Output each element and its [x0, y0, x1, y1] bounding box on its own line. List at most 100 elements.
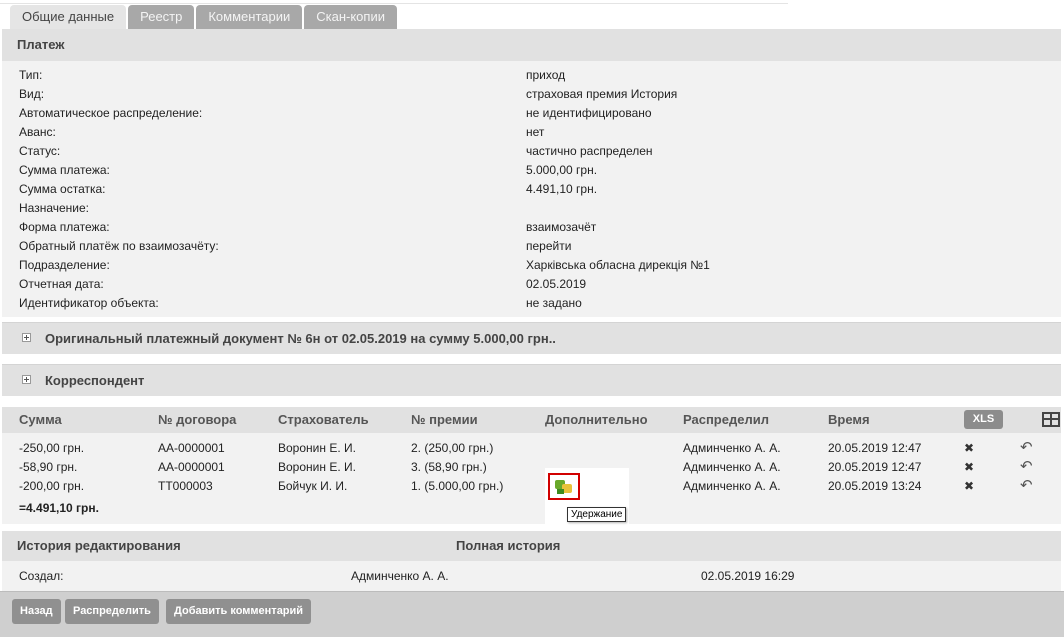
field-label: Назначение:: [19, 201, 90, 215]
full-history-link[interactable]: Полная история: [456, 531, 560, 561]
field-value: не идентифицировано: [526, 106, 652, 120]
cell-contract: АА-0000001: [158, 460, 225, 474]
field-value: Харківська обласна дирекція №1: [526, 258, 710, 272]
field-value: не задано: [526, 296, 582, 310]
back-button[interactable]: Назад: [12, 599, 61, 624]
cell-time: 20.05.2019 13:24: [828, 479, 922, 493]
field-label: Обратный платёж по взаимозачёту:: [19, 239, 219, 253]
field-label: Тип:: [19, 68, 43, 82]
delete-icon[interactable]: ✖: [964, 479, 976, 493]
add-comment-button[interactable]: Добавить комментарий: [166, 599, 312, 624]
field-label: Подразделение:: [19, 258, 110, 272]
field-label: Сумма остатка:: [19, 182, 106, 196]
field-value: нет: [526, 125, 545, 139]
field-row: Отчетная дата: 02.05.2019: [19, 275, 1049, 294]
cell-distributed-by: Админченко А. А.: [683, 479, 781, 493]
field-label: Статус:: [19, 144, 61, 158]
col-distributed-by: Распределил: [683, 412, 769, 427]
cell-time: 20.05.2019 12:47: [828, 460, 922, 474]
cell-insurer: Бойчук И. И.: [278, 479, 348, 493]
delete-icon[interactable]: ✖: [964, 441, 976, 455]
cell-contract: ТТ000003: [158, 479, 213, 493]
distribution-table: Сумма № договора Страхователь № премии Д…: [2, 407, 1061, 526]
columns-grid-icon[interactable]: [1042, 412, 1060, 427]
field-label: Вид:: [19, 87, 45, 101]
field-label: Аванс:: [19, 125, 56, 139]
cell-insurer: Воронин Е. И.: [278, 441, 356, 455]
cell-sum: -200,00 грн.: [19, 479, 85, 493]
field-row: Тип: приход: [19, 66, 1049, 85]
field-value: взаимозачёт: [526, 220, 597, 234]
cell-distributed-by: Админченко А. А.: [683, 441, 781, 455]
field-row: Автоматическое распределение: не идентифи…: [19, 104, 1049, 123]
xls-export-button[interactable]: XLS: [964, 410, 1003, 429]
cell-premium: 3. (58,90 грн.): [411, 460, 487, 474]
created-by: Админченко А. А.: [351, 569, 449, 583]
tab-registry[interactable]: Реестр: [128, 5, 195, 29]
field-row: Идентификатор объекта: не задано: [19, 294, 1049, 313]
field-row: Форма платежа: взаимозачёт: [19, 218, 1049, 237]
top-divider: [0, 0, 788, 4]
cell-distributed-by: Админченко А. А.: [683, 460, 781, 474]
tab-general[interactable]: Общие данные: [10, 5, 127, 29]
reverse-payment-link[interactable]: перейти: [526, 237, 571, 256]
tab-bar: Общие данные Реестр Комментарии Скан-коп…: [10, 5, 399, 29]
cell-premium: 2. (250,00 грн.): [411, 441, 494, 455]
field-row: Назначение:: [19, 199, 1049, 218]
hold-icon[interactable]: [548, 473, 580, 500]
field-row: Вид: страховая премия История: [19, 85, 1049, 104]
payment-panel: Платеж Тип: приход Вид: страховая премия И…: [2, 29, 1061, 317]
field-label: Автоматическое распределение:: [19, 106, 203, 120]
field-value: страховая премия История: [526, 87, 678, 101]
payment-title: Платеж: [2, 29, 1061, 61]
field-label: Сумма платежа:: [19, 163, 110, 177]
col-sum: Сумма: [19, 412, 62, 427]
cell-time: 20.05.2019 12:47: [828, 441, 922, 455]
col-time: Время: [828, 412, 870, 427]
undo-icon[interactable]: ↶: [1020, 459, 1036, 475]
field-value: частично распределен: [526, 144, 653, 158]
history-panel: История редактирования Полная история Со…: [2, 531, 1061, 591]
field-row: Статус: частично распределен: [19, 142, 1049, 161]
footer-toolbar: Назад Распределить Добавить комментарий: [0, 591, 1064, 637]
field-row: Подразделение: Харківська обласна дирекці…: [19, 256, 1049, 275]
distribute-button[interactable]: Распределить: [65, 599, 159, 624]
original-doc-section[interactable]: Оригинальный платежный документ № 6н от …: [2, 322, 1061, 354]
original-doc-title: Оригинальный платежный документ № 6н от …: [45, 331, 556, 346]
field-value: 02.05.2019: [526, 277, 587, 291]
tab-scans[interactable]: Скан-копии: [304, 5, 397, 29]
col-contract: № договора: [158, 412, 237, 427]
field-value: 5.000,00 грн.: [526, 163, 598, 177]
field-value: приход: [526, 68, 566, 82]
col-additional: Дополнительно: [545, 412, 648, 427]
created-at: 02.05.2019 16:29: [701, 569, 795, 583]
delete-icon[interactable]: ✖: [964, 460, 976, 474]
field-label: Форма платежа:: [19, 220, 110, 234]
cell-contract: АА-0000001: [158, 441, 225, 455]
cell-sum: -250,00 грн.: [19, 441, 85, 455]
field-label: Отчетная дата:: [19, 277, 104, 291]
field-row: Аванс: нет: [19, 123, 1049, 142]
history-title: История редактирования: [17, 538, 181, 553]
col-insurer: Страхователь: [278, 412, 369, 427]
correspondent-header[interactable]: Корреспондент: [2, 364, 1061, 396]
field-label: Идентификатор объекта:: [19, 296, 159, 310]
expand-icon[interactable]: [22, 333, 31, 342]
cell-sum: -58,90 грн.: [19, 460, 78, 474]
correspondent-title: Корреспондент: [45, 373, 145, 388]
history-header: История редактирования Полная история: [2, 531, 1061, 561]
created-label: Создал:: [19, 569, 64, 583]
original-doc-header[interactable]: Оригинальный платежный документ № 6н от …: [2, 322, 1061, 354]
tab-comments[interactable]: Комментарии: [196, 5, 303, 29]
correspondent-section[interactable]: Корреспондент: [2, 364, 1061, 396]
undo-icon[interactable]: ↶: [1020, 440, 1036, 456]
undo-icon[interactable]: ↶: [1020, 478, 1036, 494]
expand-icon[interactable]: [22, 375, 31, 384]
cell-insurer: Воронин Е. И.: [278, 460, 356, 474]
col-premium: № премии: [411, 412, 478, 427]
field-value: 4.491,10 грн.: [526, 182, 598, 196]
cell-premium: 1. (5.000,00 грн.): [411, 479, 504, 493]
field-row: Сумма платежа: 5.000,00 грн.: [19, 161, 1049, 180]
field-row: Сумма остатка: 4.491,10 грн.: [19, 180, 1049, 199]
field-row: Обратный платёж по взаимозачёту: перейти: [19, 237, 1049, 256]
